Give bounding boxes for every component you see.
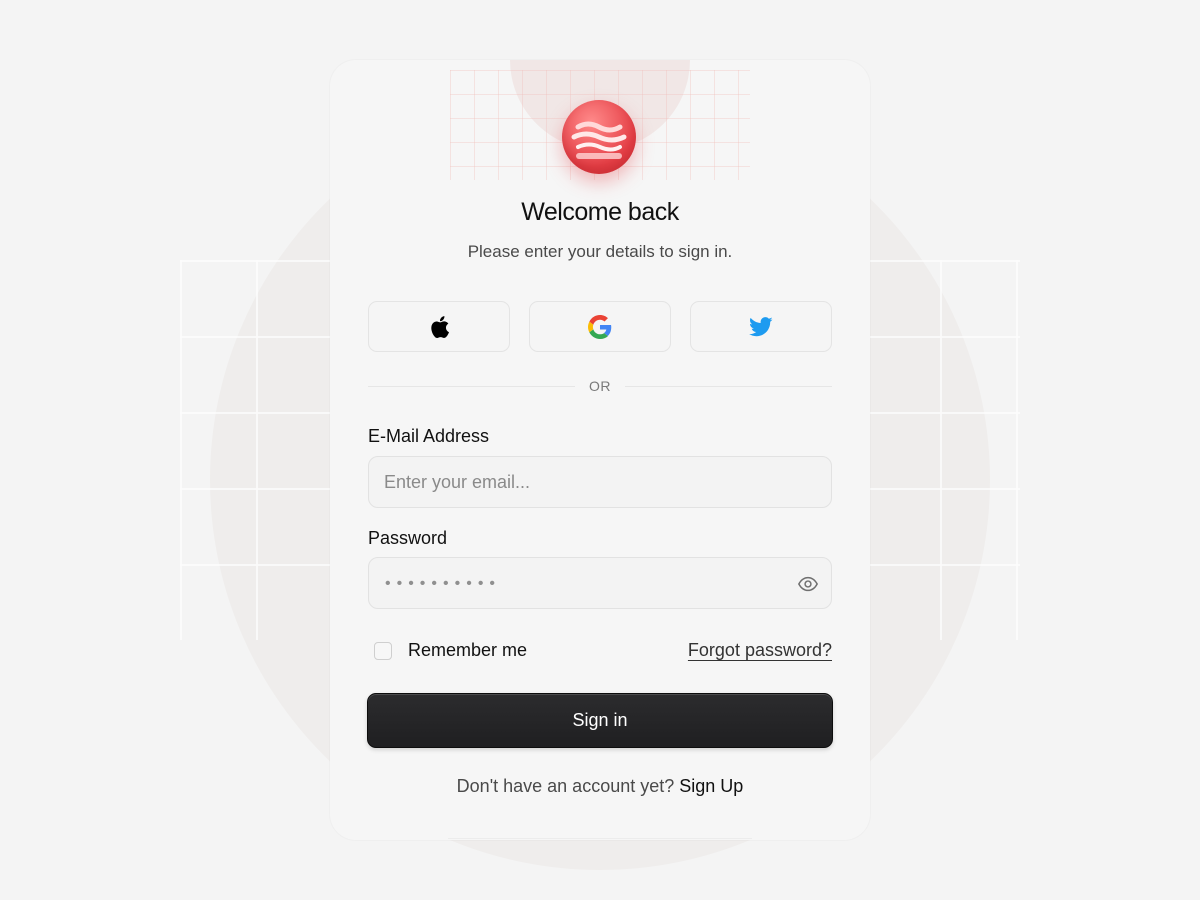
or-divider: OR	[368, 378, 832, 394]
divider-line-right	[625, 385, 832, 387]
google-icon	[588, 314, 612, 339]
password-masked-value: ••••••••••	[385, 575, 502, 592]
signup-prompt: Don't have an account yet?	[456, 776, 675, 796]
page-title: Welcome back	[521, 198, 679, 226]
twitter-icon	[749, 316, 773, 336]
remember-row: Remember me Forgot password?	[368, 638, 832, 666]
login-card: Welcome back Please enter your details t…	[330, 60, 870, 840]
brand-logo-icon	[562, 100, 636, 174]
sign-up-link[interactable]: Sign Up	[679, 776, 743, 796]
apple-icon	[431, 315, 449, 338]
email-field-wrapper	[368, 456, 832, 508]
remember-me-label[interactable]: Remember me	[408, 640, 527, 661]
card-bottom-line	[448, 838, 752, 839]
forgot-password-link[interactable]: Forgot password?	[688, 640, 832, 661]
eye-icon[interactable]	[797, 573, 819, 595]
social-login-row	[368, 301, 832, 352]
login-page: Welcome back Please enter your details t…	[0, 0, 1200, 900]
twitter-login-button[interactable]	[690, 301, 832, 352]
page-subtitle: Please enter your details to sign in.	[467, 242, 733, 261]
divider-label: OR	[589, 378, 611, 394]
password-label: Password	[368, 528, 448, 548]
apple-login-button[interactable]	[368, 301, 510, 352]
divider-line-left	[368, 385, 575, 387]
google-login-button[interactable]	[529, 301, 671, 352]
password-field[interactable]: ••••••••••	[368, 557, 832, 609]
email-label: E-Mail Address	[368, 426, 490, 446]
email-input[interactable]	[369, 457, 831, 507]
signup-row: Don't have an account yet? Sign Up	[330, 776, 870, 797]
remember-me-checkbox[interactable]	[374, 642, 392, 660]
sign-in-button[interactable]: Sign in	[367, 693, 833, 748]
